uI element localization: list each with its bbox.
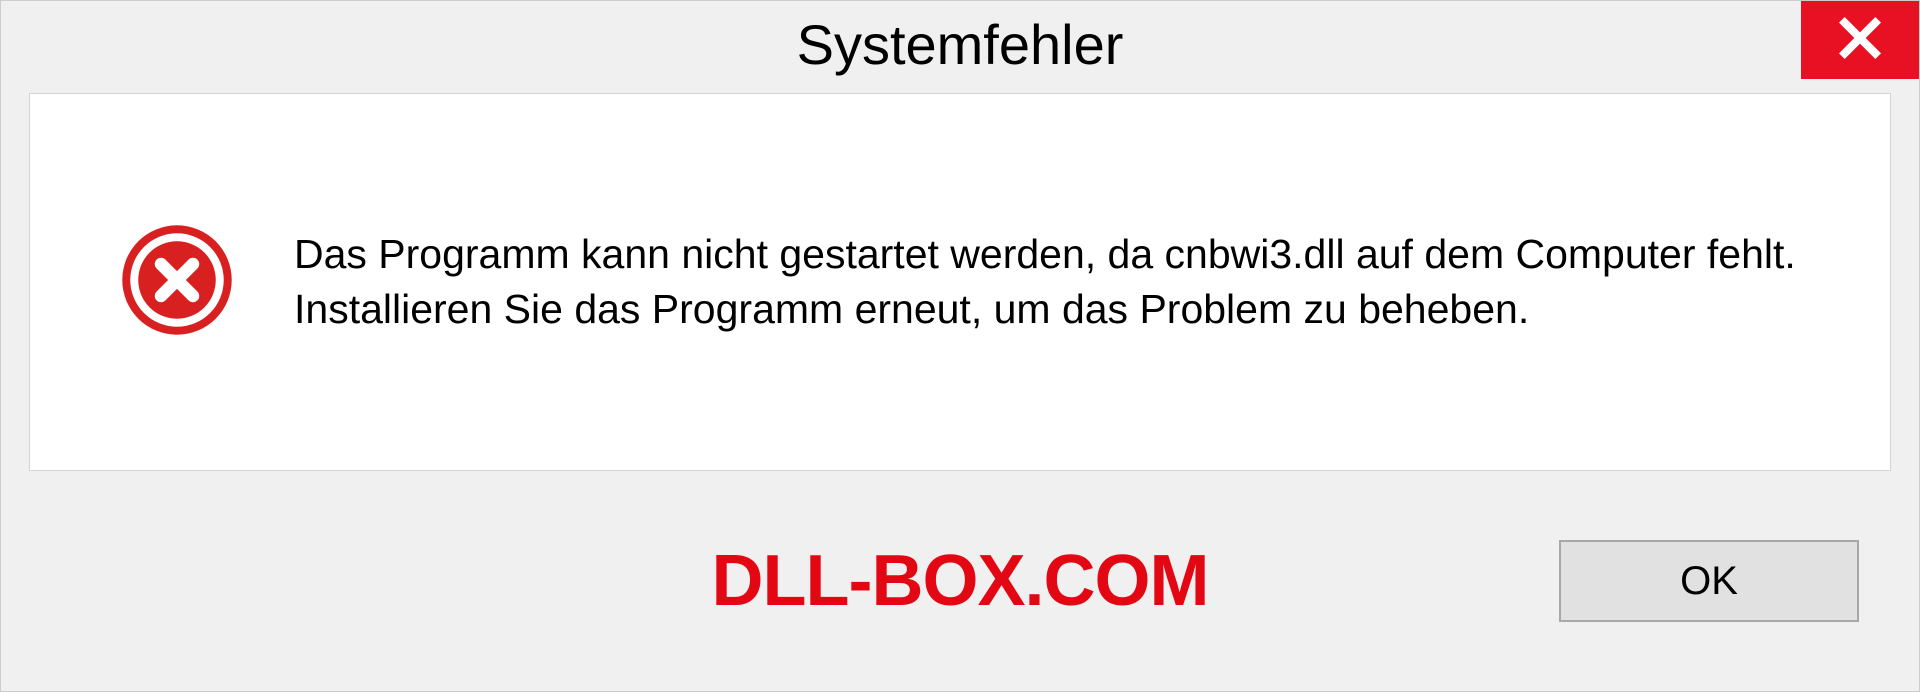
- brand-watermark: DLL-BOX.COM: [712, 540, 1209, 622]
- error-dialog: Systemfehler Das Programm kann nicht ges…: [0, 0, 1920, 692]
- content-area: Das Programm kann nicht gestartet werden…: [29, 93, 1891, 471]
- error-message: Das Programm kann nicht gestartet werden…: [294, 227, 1830, 338]
- titlebar: Systemfehler: [1, 1, 1919, 87]
- dialog-title: Systemfehler: [797, 12, 1124, 77]
- dialog-footer: DLL-BOX.COM OK: [1, 471, 1919, 691]
- close-button[interactable]: [1801, 1, 1919, 79]
- ok-button-label: OK: [1680, 559, 1738, 604]
- close-icon: [1837, 15, 1883, 66]
- error-icon: [120, 223, 234, 342]
- ok-button[interactable]: OK: [1559, 540, 1859, 622]
